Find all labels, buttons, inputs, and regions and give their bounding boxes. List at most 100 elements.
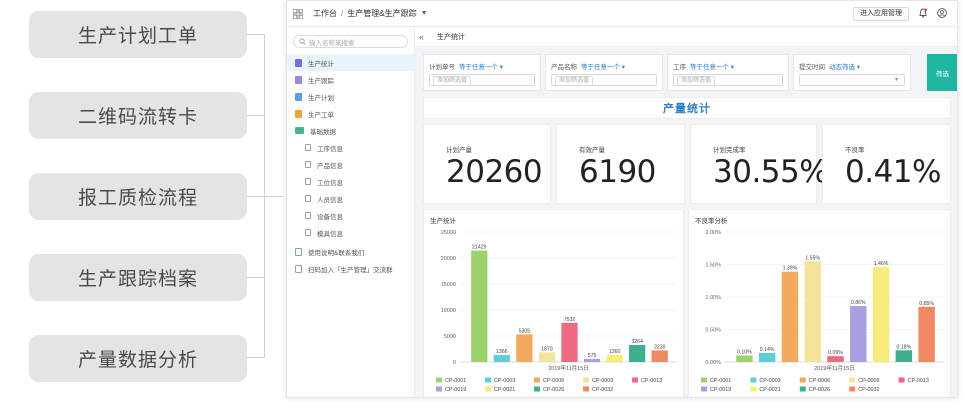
filter-value-input[interactable]: 添加筛选值 (429, 74, 535, 86)
data-label: 0.10% (737, 350, 752, 356)
sidebar-item-join-group[interactable]: 扫码加入「生产管理」交流群 (287, 260, 414, 277)
tab-production-stats[interactable]: 生产统计 (437, 32, 465, 42)
filter-value-input[interactable]: 添加筛选值 (551, 74, 657, 86)
bar[interactable] (561, 322, 578, 362)
sidebar-item-basic-data[interactable]: 基础数据 (287, 122, 414, 139)
legend-swatch (799, 377, 806, 383)
bar[interactable] (471, 250, 488, 362)
sidebar-subitem-staff[interactable]: 人员信息 (287, 190, 414, 207)
sidebar-search-input[interactable]: 输入名称来搜索 (293, 35, 408, 48)
bell-icon[interactable] (918, 8, 928, 18)
bar[interactable] (758, 352, 776, 362)
bar[interactable] (606, 354, 623, 362)
legend-label[interactable]: CP-0001 (710, 378, 731, 384)
filter-date-select[interactable]: ▾ (799, 74, 905, 86)
bar[interactable] (804, 261, 821, 362)
legend-label[interactable]: CP-0019 (710, 387, 731, 393)
bar[interactable] (781, 271, 799, 362)
legend-label[interactable]: CP-0026 (809, 387, 830, 393)
connector-line (247, 277, 265, 278)
y-tick-label: 25000 (441, 230, 456, 236)
legend-label[interactable]: CP-0021 (759, 387, 780, 393)
sidebar-subitem-process[interactable]: 工序信息 (287, 139, 414, 156)
sidebar-item-label: 工序信息 (317, 145, 343, 153)
legend-label[interactable]: CP-0001 (445, 378, 466, 384)
chevron-down-icon: ▾ (894, 77, 898, 83)
user-avatar-icon[interactable] (937, 8, 947, 18)
report-icon (295, 75, 302, 84)
bar[interactable] (850, 306, 867, 362)
sidebar-subitem-station[interactable]: 工位信息 (287, 173, 414, 190)
sidebar-subitem-mold[interactable]: 模具信息 (287, 224, 414, 241)
bar[interactable] (516, 334, 533, 362)
bar[interactable] (651, 350, 668, 362)
sidebar-item-production-plan[interactable]: 生产计划 (287, 88, 414, 105)
filter-mode-dropdown[interactable]: 等于任意一个 ▾ (459, 64, 503, 71)
legend-label[interactable]: CP-0009 (592, 378, 613, 384)
legend-label[interactable]: CP-0021 (494, 387, 515, 393)
filter-submit-time: 提交时间 动态筛选 ▾ ▾ (793, 54, 911, 91)
breadcrumb-app[interactable]: 生产管理&生产跟踪 (347, 8, 416, 19)
main-content: « 生产统计 计划单号 等于任意一个 ▾ 添加筛选值 产品名称 等于任意一个 ▾ 添… (415, 27, 957, 397)
sidebar-item-label: 模具信息 (317, 230, 343, 238)
bar[interactable] (493, 354, 510, 362)
legend-label[interactable]: CP-0032 (858, 387, 879, 393)
bar[interactable] (918, 306, 935, 362)
legend-label[interactable]: CP-0006 (543, 378, 564, 384)
sidebar-subitem-product[interactable]: 产品信息 (287, 156, 414, 173)
data-label: 5305 (519, 328, 531, 334)
legend-label[interactable]: CP-0006 (809, 378, 830, 384)
filter-label: 产品名称 等于任意一个 ▾ (551, 64, 626, 71)
kpi-value: 20260 (446, 154, 543, 190)
legend-label[interactable]: CP-0009 (858, 378, 879, 384)
filter-mode-dropdown[interactable]: 动态筛选 ▾ (829, 64, 860, 71)
legend-label[interactable]: CP-0013 (908, 378, 929, 384)
sidebar-subitem-equipment[interactable]: 设备信息 (287, 207, 414, 224)
data-label: 2230 (654, 344, 666, 350)
legend-label[interactable]: CP-0013 (641, 378, 662, 384)
chevron-down-icon[interactable]: ▼ (421, 10, 428, 17)
bar[interactable] (895, 350, 913, 362)
legend-label[interactable]: CP-0003 (759, 378, 780, 384)
bar[interactable] (872, 267, 890, 362)
kpi-value: 30.55% (713, 154, 829, 190)
y-tick-label: 20000 (441, 256, 456, 262)
feature-pill-plan: 生产计划工单 (29, 11, 247, 58)
bar[interactable] (736, 355, 753, 363)
bar[interactable] (827, 356, 844, 362)
bar[interactable] (583, 359, 601, 362)
legend-swatch (534, 386, 540, 392)
data-label: 3264 (631, 339, 643, 345)
feature-pill-tracking: 生产跟踪档案 (29, 254, 247, 301)
sidebar-item-label: 基础数据 (310, 128, 336, 136)
bar[interactable] (538, 352, 556, 362)
sidebar-item-label: 工位信息 (317, 179, 343, 187)
sidebar-item-production-stats[interactable]: 生产统计 (287, 54, 414, 71)
filter-button[interactable]: 筛选 (927, 54, 957, 91)
filter-mode-dropdown[interactable]: 等于任意一个 ▾ (581, 64, 625, 71)
breadcrumb-workspace[interactable]: 工作台 (313, 8, 337, 19)
document-icon (305, 195, 311, 202)
legend-label[interactable]: CP-0003 (494, 378, 515, 384)
legend-label[interactable]: CP-0019 (445, 387, 466, 393)
collapse-sidebar-icon[interactable]: « (419, 32, 429, 42)
filter-label: 工序 等于任意一个 ▾ (673, 64, 735, 71)
legend-label[interactable]: CP-0032 (592, 387, 613, 393)
filter-mode-dropdown[interactable]: 等于任意一个 ▾ (690, 64, 734, 71)
enter-app-management-button[interactable]: 进入应用管理 (853, 7, 909, 21)
kpi-label: 不良率 (845, 147, 865, 154)
filter-process: 工序 等于任意一个 ▾ 添加筛选值 (667, 54, 789, 91)
y-tick-label: 15000 (441, 282, 456, 288)
connector-line (247, 115, 265, 116)
legend-swatch (750, 377, 757, 383)
filter-value-input[interactable]: 添加筛选值 (673, 74, 783, 86)
legend-label[interactable]: CP-0026 (543, 387, 564, 393)
bar[interactable] (629, 345, 646, 362)
sidebar-item-production-tracking[interactable]: 生产跟踪 (287, 71, 414, 88)
apps-grid-icon[interactable] (293, 8, 303, 19)
sidebar-item-work-order[interactable]: 生产工单 (287, 105, 414, 122)
y-tick-label: 0 (453, 360, 456, 366)
sidebar-item-help[interactable]: 使用说明&联系我们 (287, 243, 414, 260)
y-tick-label: 1.50% (705, 263, 721, 269)
kpi-label: 计划产量 (446, 147, 472, 154)
